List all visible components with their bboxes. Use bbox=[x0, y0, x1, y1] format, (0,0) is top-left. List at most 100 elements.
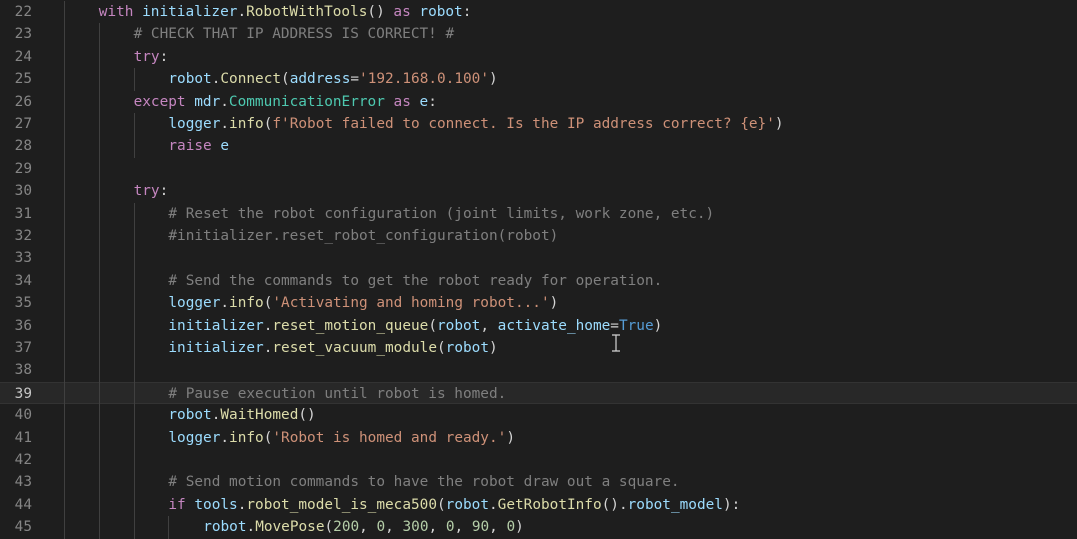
code-token: ) bbox=[549, 295, 559, 312]
code-token: : bbox=[159, 183, 169, 200]
code-line[interactable]: 39 # Pause execution until robot is homed… bbox=[0, 381, 1077, 405]
indent-guide bbox=[98, 23, 100, 46]
indent-guide bbox=[64, 180, 65, 203]
indent-guide bbox=[64, 247, 65, 270]
code-line[interactable]: 22 with initializer.RobotWithTools() as r… bbox=[0, 1, 1077, 24]
indent-guide bbox=[133, 359, 135, 382]
code-token: . bbox=[220, 295, 230, 312]
line-number: 23 bbox=[14, 26, 32, 43]
code-line[interactable]: 31 # Reset the robot configuration (joint… bbox=[0, 202, 1077, 225]
code-token: , bbox=[385, 519, 403, 536]
code-line[interactable]: 43 # Send motion commands to have the rob… bbox=[0, 471, 1077, 494]
code-line[interactable]: 25 robot.Connect(address='192.168.0.100') bbox=[0, 68, 1077, 91]
code-token: # CHECK THAT IP ADDRESS IS CORRECT! # bbox=[133, 26, 455, 43]
line-code: # Reset the robot configuration (joint l… bbox=[168, 203, 714, 225]
indent-guide bbox=[64, 449, 65, 472]
indent-guide bbox=[64, 471, 65, 494]
code-line[interactable]: 36 initializer.reset_motion_queue(robot, … bbox=[0, 314, 1077, 337]
code-line[interactable]: 24 try: bbox=[0, 45, 1077, 69]
code-token: logger bbox=[168, 295, 221, 312]
indent-guide bbox=[64, 314, 65, 337]
code-token: 0 bbox=[445, 519, 455, 536]
code-token: ) bbox=[489, 340, 498, 356]
indent-guide bbox=[133, 337, 135, 360]
indent-guide bbox=[98, 516, 100, 539]
code-token: robot bbox=[168, 71, 212, 88]
code-token: GetRobotInfo bbox=[497, 496, 602, 513]
line-number: 42 bbox=[14, 452, 32, 468]
code-token: , bbox=[489, 519, 507, 536]
code-line[interactable]: 34 # Send the commands to get the robot r… bbox=[0, 269, 1077, 293]
code-line[interactable]: 38 bbox=[0, 359, 1077, 382]
code-token: . bbox=[489, 496, 498, 513]
indent-guide bbox=[98, 157, 100, 181]
line-code: # Send motion commands to have the robot… bbox=[168, 471, 679, 493]
code-line[interactable]: 27 logger.info(f'Robot failed to connect.… bbox=[0, 113, 1077, 136]
code-token: ) bbox=[774, 116, 784, 132]
code-token: mdr bbox=[194, 93, 221, 110]
code-token: RobotWithTools bbox=[246, 4, 368, 20]
code-token: 'Activating and homing robot...' bbox=[272, 295, 550, 312]
code-token: except bbox=[133, 93, 186, 110]
indent-guide bbox=[133, 493, 135, 517]
line-number: 38 bbox=[14, 362, 32, 379]
indent-guide bbox=[98, 292, 100, 315]
code-line[interactable]: 33 bbox=[0, 247, 1077, 270]
code-line[interactable]: 42 bbox=[0, 449, 1077, 472]
line-number: 22 bbox=[14, 4, 32, 20]
indent-guide bbox=[98, 269, 100, 293]
indent-guide bbox=[133, 314, 135, 337]
code-line[interactable]: 44 if tools.robot_model_is_meca500(robot.… bbox=[0, 493, 1077, 517]
line-number: 30 bbox=[14, 183, 32, 200]
code-token: robot bbox=[445, 496, 489, 513]
code-line[interactable]: 29 bbox=[0, 157, 1077, 181]
code-token: : bbox=[428, 93, 437, 110]
line-code: with initializer.RobotWithTools() as rob… bbox=[99, 1, 472, 23]
code-editor[interactable]: 22 with initializer.RobotWithTools() as r… bbox=[0, 0, 1077, 539]
line-code: try: bbox=[134, 46, 169, 68]
line-number: 31 bbox=[14, 205, 32, 222]
indent-guide bbox=[133, 135, 135, 158]
indent-guide bbox=[98, 135, 100, 158]
code-line[interactable]: 26 except mdr.CommunicationError as e: bbox=[0, 90, 1077, 113]
code-token: . bbox=[220, 93, 229, 110]
code-token: . bbox=[220, 116, 230, 132]
code-line[interactable]: 37 initializer.reset_vacuum_module(robot) bbox=[0, 337, 1077, 360]
indent-guide bbox=[98, 337, 100, 360]
code-line[interactable]: 30 try: bbox=[0, 180, 1077, 203]
code-token: raise bbox=[168, 138, 212, 155]
code-line[interactable]: 23 # CHECK THAT IP ADDRESS IS CORRECT! # bbox=[0, 23, 1077, 46]
line-code: initializer.reset_motion_queue(robot, ac… bbox=[168, 315, 662, 337]
code-line[interactable]: 41 logger.info('Robot is homed and ready.… bbox=[0, 426, 1077, 449]
code-token: Connect bbox=[220, 71, 282, 88]
indent-guide bbox=[64, 404, 65, 427]
indent-guide bbox=[98, 314, 100, 337]
code-token: . bbox=[237, 4, 247, 20]
indent-guide bbox=[64, 292, 65, 315]
code-token: initializer bbox=[142, 4, 238, 20]
code-token: ) bbox=[653, 317, 663, 334]
indent-guide bbox=[98, 247, 100, 270]
code-token: ( bbox=[437, 340, 446, 356]
code-token: try bbox=[133, 183, 160, 200]
indent-guide bbox=[98, 359, 100, 382]
code-line[interactable]: 28 raise e bbox=[0, 135, 1077, 158]
code-token: ) bbox=[489, 71, 498, 88]
indent-guide bbox=[133, 516, 135, 539]
code-line[interactable]: 35 logger.info('Activating and homing rob… bbox=[0, 292, 1077, 315]
code-line[interactable]: 45 robot.MovePose(200, 0, 300, 0, 90, 0) bbox=[0, 516, 1077, 539]
line-number: 27 bbox=[14, 116, 32, 132]
indent-guide bbox=[98, 45, 100, 69]
indent-guide bbox=[98, 449, 100, 472]
code-token: 0 bbox=[376, 519, 386, 536]
code-token: ( bbox=[437, 496, 446, 513]
code-line[interactable]: 40 robot.WaitHomed() bbox=[0, 404, 1077, 427]
code-token: e bbox=[419, 93, 429, 110]
line-number: 41 bbox=[14, 429, 32, 446]
indent-guide bbox=[168, 516, 170, 539]
code-token: as bbox=[393, 93, 411, 110]
code-line[interactable]: 32 #initializer.reset_robot_configuration… bbox=[0, 225, 1077, 248]
